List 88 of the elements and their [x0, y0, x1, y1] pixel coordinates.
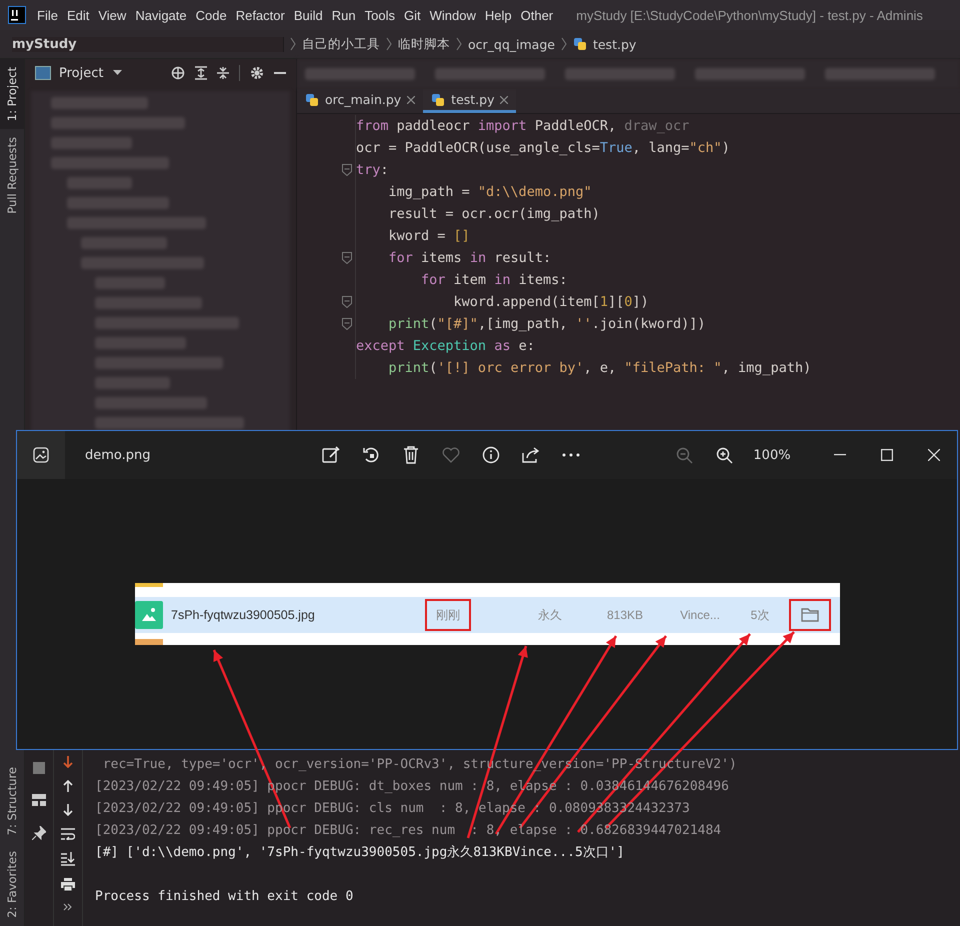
fold-marker-icon[interactable]	[342, 252, 352, 264]
menu-item[interactable]: Help	[484, 8, 512, 22]
file-info: 刚刚	[425, 599, 471, 631]
menu-item[interactable]: Git	[404, 8, 421, 22]
python-file-icon	[431, 92, 446, 106]
close-icon[interactable]	[500, 96, 508, 104]
zoom-in-icon	[716, 446, 732, 464]
file-info: Vince...	[679, 607, 721, 624]
code-line: from paddleocr import PaddleOCR, draw_ocr	[356, 118, 690, 134]
fold-marker-icon[interactable]	[342, 318, 352, 330]
zoom-out-icon	[676, 446, 692, 464]
menu-item[interactable]: File	[37, 8, 58, 22]
crosshair-icon[interactable]	[171, 66, 185, 80]
rotate-icon	[362, 446, 380, 464]
menu-item[interactable]: Tools	[364, 8, 395, 22]
code-line: print("[#]",[img_path, ''.join(kword)])	[388, 316, 706, 332]
code-line: for items in result:	[388, 250, 552, 266]
pin-icon[interactable]	[32, 826, 46, 840]
chevron-icon	[386, 37, 392, 51]
maximize-icon	[880, 449, 892, 461]
python-file-icon	[572, 37, 587, 51]
code-line: img_path = "d:\\demo.png"	[388, 184, 592, 200]
console-line: [#] ['d:\\demo.png', '7sPh-fyqtwzu3900505.jpg永久813KBVince...5次口']	[95, 844, 626, 862]
edit-icon	[322, 446, 340, 464]
menu-item[interactable]: Refactor	[236, 8, 285, 22]
arrow-up-icon[interactable]	[63, 780, 73, 792]
photos-app-icon	[33, 447, 49, 463]
dropdown-caret-icon[interactable]	[113, 70, 122, 76]
code-line: kword = []	[388, 228, 470, 244]
menu-item[interactable]: Edit	[66, 8, 90, 22]
chevron-icon	[290, 37, 296, 51]
file-info: 永久	[537, 606, 563, 624]
code-line: except Exception as e:	[356, 338, 535, 354]
image-file-icon	[135, 601, 163, 629]
menu-item[interactable]: Window	[430, 8, 476, 22]
code-line: print('[!] orc error by', e, "filePath: ", img_path)	[388, 360, 812, 376]
breadcrumb-item[interactable]: myStudy	[12, 36, 284, 52]
app-logo-icon	[8, 6, 26, 24]
menu-item[interactable]: Other	[520, 8, 554, 22]
trash-icon	[403, 446, 419, 464]
console-line: Process finished with exit code 0	[95, 888, 354, 906]
menu-item[interactable]: Navigate	[135, 8, 187, 22]
share-icon	[522, 446, 540, 464]
breadcrumb-item[interactable]: 临时脚本	[398, 36, 450, 52]
code-line: for item in items:	[420, 272, 568, 288]
menu-item[interactable]: Run	[332, 8, 356, 22]
side-tab[interactable]: 2: Favorites	[0, 843, 24, 926]
breadcrumb-item[interactable]: ocr_qq_image	[468, 36, 555, 52]
menu-item[interactable]: Build	[294, 8, 323, 22]
file-info: 813KB	[606, 607, 644, 624]
soft-wrap-icon[interactable]	[61, 828, 75, 840]
zoom-level[interactable]: 100%	[744, 448, 800, 462]
info-icon	[482, 446, 500, 464]
file-info: 5次	[750, 606, 770, 624]
python-file-icon	[305, 92, 319, 106]
expand-all-icon[interactable]	[195, 66, 207, 80]
settings-icon[interactable]	[250, 66, 264, 80]
menu-item[interactable]: View	[98, 8, 126, 22]
collapse-all-icon[interactable]	[217, 66, 229, 80]
panel-title[interactable]: Project	[59, 66, 104, 80]
heart-icon	[442, 447, 460, 463]
menu-item[interactable]: Code	[196, 8, 227, 22]
close-icon[interactable]	[407, 96, 416, 104]
print-icon[interactable]	[61, 878, 75, 891]
editor-tab[interactable]: orc_main.py	[297, 89, 424, 113]
file-name: 7sPh-fyqtwzu3900505.jpg	[171, 608, 316, 622]
fold-marker-icon[interactable]	[342, 164, 352, 176]
chevron-icon	[456, 37, 462, 51]
side-tab[interactable]: 1: Project	[0, 59, 24, 130]
fold-marker-icon[interactable]	[342, 296, 352, 308]
close-icon	[928, 449, 940, 461]
image-file-name: demo.png	[84, 448, 152, 462]
code-line: kword.append(item[1][0])	[452, 294, 649, 310]
side-tab[interactable]: Pull Requests	[0, 129, 24, 222]
side-tab[interactable]: 7: Structure	[0, 758, 24, 844]
code-line: ocr = PaddleOCR(use_angle_cls=True, lang="ch")	[356, 140, 730, 156]
breadcrumb-item[interactable]: 自己的小工具	[302, 36, 380, 52]
more-dots-icon	[562, 453, 580, 457]
code-line: result = ocr.ocr(img_path)	[388, 206, 600, 222]
layout-icon[interactable]	[32, 794, 46, 806]
chevron-icon	[560, 37, 567, 51]
window-title: myStudy [E:\StudyCode\Python\myStudy] - test.py - Adminis	[576, 8, 923, 22]
minimize-icon	[834, 454, 846, 456]
code-line: try:	[356, 162, 389, 178]
breadcrumb-item[interactable]: test.py	[592, 36, 636, 52]
scroll-to-end-icon[interactable]	[61, 852, 75, 866]
more-chevron-icon[interactable]	[63, 903, 73, 911]
window-icon	[35, 66, 51, 80]
